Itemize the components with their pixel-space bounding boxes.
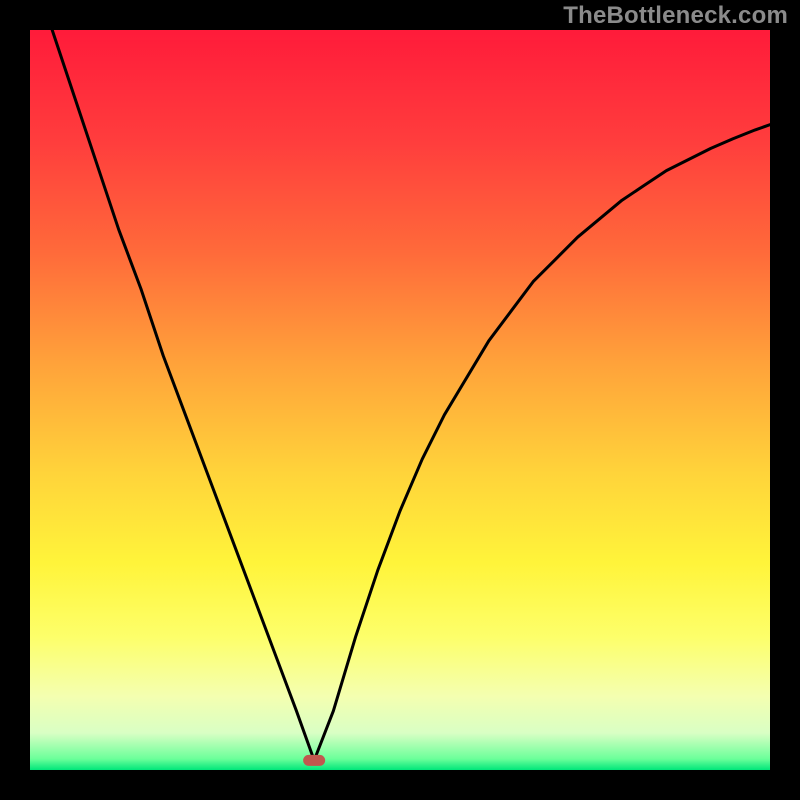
minimum-marker (303, 755, 325, 766)
chart-svg (30, 30, 770, 770)
plot-area (30, 30, 770, 770)
chart-frame: TheBottleneck.com (0, 0, 800, 800)
watermark-text: TheBottleneck.com (563, 2, 788, 30)
gradient-background (30, 30, 770, 770)
